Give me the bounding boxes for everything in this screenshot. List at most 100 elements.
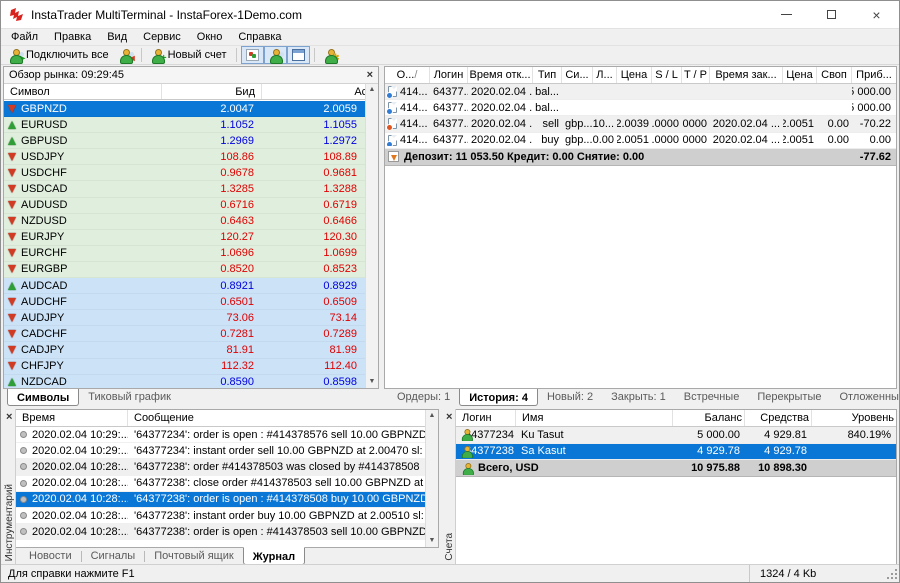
- order-row[interactable]: 414...64377...2020.02.04 ...buygbp...0.0…: [385, 133, 896, 149]
- market-watch-row[interactable]: USDCAD1.32851.3288: [4, 181, 365, 197]
- market-watch-row[interactable]: USDJPY108.86108.89: [4, 149, 365, 165]
- tab-orders-3[interactable]: Закрыть: 1: [602, 389, 675, 406]
- market-watch-row[interactable]: EURJPY120.27120.30: [4, 230, 365, 246]
- tab-market-watch-1[interactable]: Тиковый график: [79, 389, 180, 406]
- column-header-symbol[interactable]: Символ: [4, 84, 162, 99]
- orders-column-header-12[interactable]: Приб...: [852, 67, 896, 83]
- journal-entry-icon: [20, 447, 27, 454]
- journal-row[interactable]: 2020.02.04 10:28:...'64377238': order #4…: [16, 459, 425, 475]
- new-account-button[interactable]: + Новый счет: [146, 46, 232, 64]
- accounts-column-header-0[interactable]: Логин: [456, 410, 516, 426]
- menu-item-2[interactable]: Вид: [99, 30, 135, 44]
- market-watch-row[interactable]: AUDUSD0.67160.6719: [4, 198, 365, 214]
- order-cell-sl: 0.0000: [652, 118, 682, 130]
- menu-item-5[interactable]: Справка: [230, 30, 289, 44]
- market-watch-row[interactable]: NZDCAD0.85900.8598: [4, 375, 365, 389]
- scroll-up-icon[interactable]: ▲: [426, 410, 438, 422]
- column-header-message[interactable]: Сообщение: [128, 410, 425, 426]
- orders-column-header-3[interactable]: Тип: [533, 67, 562, 83]
- market-watch-row[interactable]: EURGBP0.85200.8523: [4, 262, 365, 278]
- journal-row[interactable]: 2020.02.04 10:29:...'64377234': instant …: [16, 443, 425, 459]
- orders-column-header-7[interactable]: S / L: [652, 67, 682, 83]
- market-watch-scrollbar[interactable]: ▲ ▼: [365, 84, 378, 388]
- minimize-icon: [781, 14, 792, 15]
- market-watch-row[interactable]: GBPNZD2.00472.0059: [4, 101, 365, 117]
- market-watch-row[interactable]: CHFJPY112.32112.40: [4, 359, 365, 375]
- accounts-column-header-4[interactable]: Уровень: [812, 410, 896, 426]
- column-header-time[interactable]: Время: [16, 410, 128, 426]
- order-row[interactable]: 414...64377...2020.02.04 ...bal...5 000.…: [385, 100, 896, 116]
- tab-orders-0[interactable]: Ордеры: 1: [388, 389, 459, 406]
- tab-orders-5[interactable]: Перекрытые: [748, 389, 830, 406]
- market-watch-toggle-button[interactable]: [241, 46, 264, 64]
- market-watch-row[interactable]: USDCHF0.96780.9681: [4, 165, 365, 181]
- toolbox-toggle-button[interactable]: [287, 46, 310, 64]
- market-watch-row[interactable]: CADJPY81.9181.99: [4, 342, 365, 358]
- tab-toolbox-1[interactable]: Сигналы: [82, 548, 145, 565]
- journal-row[interactable]: 2020.02.04 10:28:...'64377238': close or…: [16, 476, 425, 492]
- market-watch-row[interactable]: CADCHF0.72810.7289: [4, 326, 365, 342]
- market-watch-row[interactable]: GBPUSD1.29691.2972: [4, 133, 365, 149]
- scroll-up-icon[interactable]: ▲: [366, 84, 378, 96]
- tab-orders-6[interactable]: Отложенный: 1: [831, 389, 900, 406]
- accounts-column-header-1[interactable]: Имя: [516, 410, 673, 426]
- market-watch-row[interactable]: EURUSD1.10521.1055: [4, 117, 365, 133]
- accounts-column-header-2[interactable]: Баланс: [673, 410, 745, 426]
- market-watch-row[interactable]: NZDUSD0.64630.6466: [4, 214, 365, 230]
- market-watch-row[interactable]: AUDJPY73.0673.14: [4, 310, 365, 326]
- account-row[interactable]: 64377238Sa Kasut4 929.784 929.78: [456, 444, 896, 461]
- accounts-column-header-3[interactable]: Средства: [745, 410, 812, 426]
- column-header-ask[interactable]: Аск: [262, 84, 378, 99]
- account-row[interactable]: 64377234Ku Tasut5 000.004 929.81840.19%: [456, 427, 896, 444]
- market-watch-row[interactable]: EURCHF1.06961.0699: [4, 246, 365, 262]
- accounts-close-icon[interactable]: ×: [446, 412, 452, 423]
- journal-row[interactable]: 2020.02.04 10:28:...'64377238': order is…: [16, 492, 425, 508]
- connect-all-button[interactable]: ▸ Подключить все: [4, 46, 114, 64]
- market-watch-close-icon[interactable]: ×: [367, 70, 373, 81]
- maximize-button[interactable]: [809, 1, 854, 28]
- scroll-down-icon[interactable]: ▼: [426, 535, 438, 547]
- tab-orders-1[interactable]: История: 4: [459, 388, 538, 406]
- orders-column-header-11[interactable]: Своп: [817, 67, 852, 83]
- tab-toolbox-0[interactable]: Новости: [20, 548, 81, 565]
- orders-column-header-9[interactable]: Время зак...: [710, 67, 783, 83]
- tab-orders-2[interactable]: Новый: 2: [538, 389, 602, 406]
- orders-column-header-10[interactable]: Цена: [783, 67, 817, 83]
- order-row[interactable]: 414...64377...2020.02.04 ...bal...5 000.…: [385, 84, 896, 100]
- minimize-button[interactable]: [764, 1, 809, 28]
- ask-value: 1.1055: [262, 119, 365, 131]
- close-button[interactable]: ×: [854, 1, 899, 28]
- journal-row[interactable]: 2020.02.04 10:29:...'64377234': order is…: [16, 427, 425, 443]
- tab-market-watch-0[interactable]: Символы: [7, 388, 79, 406]
- orders-column-header-4[interactable]: Си...: [562, 67, 593, 83]
- journal-row[interactable]: 2020.02.04 10:28:...'64377238': instant …: [16, 508, 425, 524]
- ask-value: 0.8523: [262, 263, 365, 275]
- orders-column-header-2[interactable]: Время отк...: [468, 67, 533, 83]
- journal-row[interactable]: 2020.02.04 10:28:...'64377238': order is…: [16, 524, 425, 540]
- menu-item-4[interactable]: Окно: [189, 30, 231, 44]
- menu-item-1[interactable]: Правка: [46, 30, 99, 44]
- column-header-bid[interactable]: Бид: [162, 84, 262, 99]
- order-row[interactable]: 414...64377...2020.02.04 ...sellgbp...10…: [385, 116, 896, 132]
- orders-column-header-6[interactable]: Цена: [617, 67, 652, 83]
- market-watch-row[interactable]: AUDCAD0.89210.8929: [4, 278, 365, 294]
- scroll-down-icon[interactable]: ▼: [366, 376, 378, 388]
- market-watch-row[interactable]: AUDCHF0.65010.6509: [4, 294, 365, 310]
- orders-column-header-8[interactable]: T / P: [682, 67, 710, 83]
- menu-item-0[interactable]: Файл: [3, 30, 46, 44]
- orders-column-header-5[interactable]: Л...: [593, 67, 617, 83]
- toolbox-close-icon[interactable]: ×: [6, 412, 12, 423]
- orders-column-header-0[interactable]: О... /: [385, 67, 430, 83]
- accounts-toggle-button[interactable]: [264, 46, 287, 64]
- tab-toolbox-3[interactable]: Журнал: [243, 547, 305, 565]
- ask-value: 108.89: [262, 151, 365, 163]
- menu-item-3[interactable]: Сервис: [135, 30, 189, 44]
- tab-toolbox-2[interactable]: Почтовый ящик: [145, 548, 242, 565]
- options-button[interactable]: ✱: [319, 46, 342, 64]
- disconnect-all-button[interactable]: ◂: [114, 46, 137, 64]
- resize-grip-icon[interactable]: [885, 567, 899, 581]
- accounts-toggle-icon: [269, 49, 282, 62]
- orders-column-header-1[interactable]: Логин: [430, 67, 468, 83]
- journal-scrollbar[interactable]: ▲ ▼: [425, 410, 438, 547]
- tab-orders-4[interactable]: Встречные: [675, 389, 749, 406]
